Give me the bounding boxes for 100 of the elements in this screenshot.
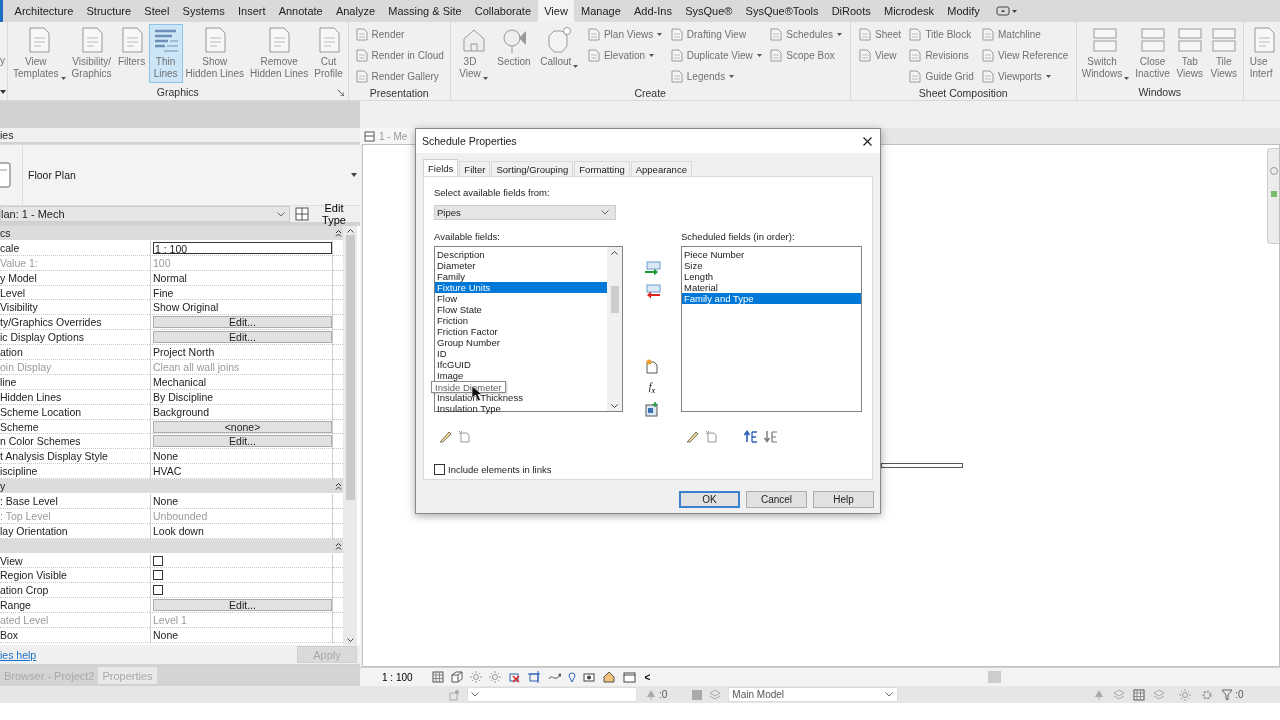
- chevron-icon[interactable]: [885, 692, 894, 697]
- chevron-icon[interactable]: [277, 211, 285, 217]
- list-item[interactable]: Flow: [435, 293, 607, 304]
- list-item[interactable]: Friction Factor: [435, 326, 607, 337]
- ribbon-tab[interactable]: SysQue®: [678, 0, 739, 22]
- value-field[interactable]: 1 : 100: [153, 241, 332, 254]
- grid-icon[interactable]: [431, 671, 444, 683]
- ribbon-button[interactable]: Remove Hidden Lines: [246, 24, 312, 83]
- ribbon-button[interactable]: Section: [494, 24, 534, 71]
- list-item[interactable]: Insulation Thickness: [435, 392, 607, 403]
- new-parameter-icon[interactable]: [645, 359, 659, 374]
- dialog-tab[interactable]: Sorting/Grouping: [491, 161, 574, 176]
- delete-icon[interactable]: [458, 430, 471, 443]
- scroll-thumb[interactable]: [610, 286, 619, 313]
- ribbon-tab[interactable]: Steel: [137, 0, 176, 22]
- edit-button[interactable]: Edit...: [153, 331, 332, 344]
- ribbon-tab[interactable]: Annotate: [272, 0, 330, 22]
- ribbon-button[interactable]: Cut Profile: [311, 24, 346, 83]
- list-item[interactable]: Insulation Type: [435, 403, 607, 414]
- ribbon-button[interactable]: Callout: [537, 24, 582, 71]
- dialog-tab[interactable]: Filter: [459, 161, 491, 176]
- camera-icon[interactable]: [582, 671, 596, 683]
- ribbon-button[interactable]: Matchline: [979, 24, 1071, 44]
- move-down-icon[interactable]: [764, 430, 778, 443]
- ribbon-button[interactable]: Render Gallery: [352, 66, 446, 86]
- scroll-thumb[interactable]: [988, 671, 1002, 683]
- close-icon[interactable]: [863, 136, 872, 146]
- list-item[interactable]: Group Number: [435, 337, 607, 348]
- checkbox[interactable]: [153, 585, 163, 596]
- caret-icon[interactable]: [0, 90, 6, 94]
- ribbon-button[interactable]: View Templates: [10, 24, 69, 83]
- ribbon-button[interactable]: Switch Windows: [1078, 24, 1133, 83]
- pin-icon[interactable]: [567, 671, 576, 683]
- ribbon-button[interactable]: Legends: [667, 66, 764, 86]
- chevron-icon[interactable]: [601, 210, 609, 215]
- category-dropdown[interactable]: Pipes: [434, 205, 616, 220]
- ribbon-tab[interactable]: DiRoots: [825, 0, 878, 22]
- ribbon-button[interactable]: Title Block: [906, 24, 976, 44]
- list-item[interactable]: Diameter: [435, 260, 607, 271]
- window-icon[interactable]: [622, 671, 636, 683]
- ribbon-button[interactable]: Sheet: [855, 24, 904, 44]
- ribbon-tab[interactable]: SysQue®Tools: [738, 0, 826, 22]
- ribbon-button[interactable]: Schedules: [767, 24, 845, 44]
- ribbon-tab[interactable]: Systems: [176, 0, 232, 22]
- ribbon-button[interactable]: Render: [352, 24, 446, 44]
- ribbon-button[interactable]: Plan Views: [584, 24, 665, 44]
- ribbon-button[interactable]: Drafting View: [667, 24, 764, 44]
- scroll-down-icon[interactable]: [611, 404, 618, 408]
- ribbon-button[interactable]: Render in Cloud: [352, 45, 446, 65]
- dialog-tab[interactable]: Fields: [423, 159, 459, 177]
- dialog-button[interactable]: OK: [679, 491, 740, 508]
- checkbox[interactable]: [153, 555, 163, 566]
- ribbon-button[interactable]: Close Inactive: [1132, 24, 1173, 83]
- grid-icon[interactable]: [1133, 688, 1146, 701]
- scheduled-fields-list[interactable]: Piece Number Size Length Material Family and Type: [681, 246, 862, 412]
- delete-icon[interactable]: [705, 430, 718, 443]
- ribbon-tab[interactable]: Microdesk: [877, 0, 941, 22]
- list-item[interactable]: Flow State: [435, 304, 607, 315]
- model-dropdown[interactable]: Main Model: [728, 687, 899, 702]
- scrollbar[interactable]: [343, 226, 357, 645]
- ribbon-tab[interactable]: Modify: [940, 0, 987, 22]
- ribbon-tab[interactable]: Massing & Site: [381, 0, 469, 22]
- ribbon-tab[interactable]: Insert: [231, 0, 273, 22]
- dialog-button[interactable]: Help: [813, 491, 874, 508]
- list-item[interactable]: Friction: [435, 315, 607, 326]
- ribbon-tab[interactable]: Structure: [79, 0, 138, 22]
- collapse-icon[interactable]: [335, 228, 342, 237]
- scroll-up-icon[interactable]: [611, 251, 618, 255]
- remove-field-icon[interactable]: [643, 284, 661, 300]
- list-item[interactable]: Fixture Units: [435, 282, 607, 293]
- settings-icon[interactable]: [1201, 688, 1214, 701]
- help-link[interactable]: ies help: [0, 648, 37, 661]
- pencil-icon[interactable]: [439, 430, 452, 443]
- scrollbar[interactable]: [607, 247, 622, 411]
- list-item[interactable]: Family and Type: [682, 293, 861, 304]
- dialog-button[interactable]: Cancel: [746, 491, 807, 508]
- checkbox[interactable]: [153, 570, 163, 581]
- sun-icon[interactable]: [488, 671, 501, 683]
- edit-button[interactable]: <none>: [153, 420, 332, 433]
- scroll-down-icon[interactable]: [346, 638, 354, 642]
- ribbon-tab[interactable]: Manage: [574, 0, 628, 22]
- list-item[interactable]: Piece Number: [682, 249, 861, 260]
- list-item[interactable]: Family: [435, 271, 607, 282]
- ribbon-button[interactable]: Visibility/ Graphics: [68, 24, 115, 83]
- pencil-icon[interactable]: [686, 430, 699, 443]
- list-item[interactable]: Size: [682, 260, 861, 271]
- group-header[interactable]: cs: [0, 226, 343, 241]
- ribbon-button[interactable]: Viewports: [979, 66, 1071, 86]
- ribbon-button[interactable]: Show Hidden Lines: [182, 24, 247, 83]
- ribbon-button[interactable]: 3D View: [456, 24, 491, 83]
- add-field-icon[interactable]: [643, 261, 661, 277]
- dialog-launcher-icon[interactable]: [337, 90, 344, 96]
- list-item[interactable]: IfcGUID: [435, 359, 607, 370]
- group-header[interactable]: y: [0, 479, 343, 495]
- collapse-button[interactable]: <: [642, 671, 653, 683]
- list-item[interactable]: Description: [435, 249, 607, 260]
- ribbon-button[interactable]: Duplicate View: [667, 45, 764, 65]
- ribbon-tab[interactable]: Analyze: [329, 0, 382, 22]
- ribbon-button[interactable]: Thin Lines: [148, 24, 183, 83]
- ribbon-button[interactable]: Elevation: [584, 45, 665, 65]
